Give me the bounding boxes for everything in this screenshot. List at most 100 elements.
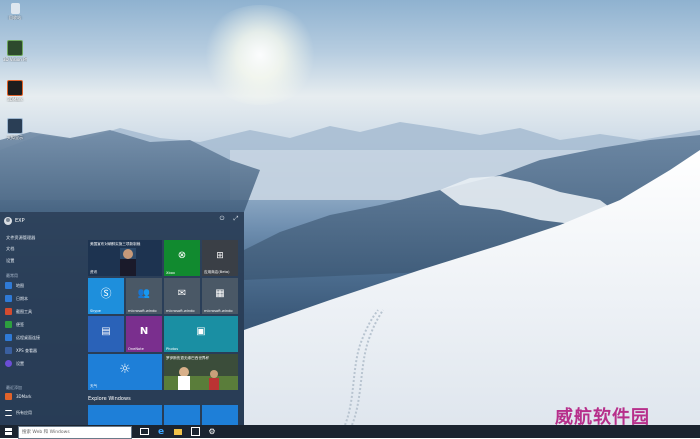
desktop-icon-label: 天拟显示 — [7, 135, 23, 140]
list-icon — [5, 409, 12, 416]
watermark: 威航软件园 — [555, 407, 650, 428]
explore-windows-header: Explore Windows — [88, 396, 131, 402]
tile-label: Photos — [166, 347, 179, 351]
app-label: XPS 查看器 — [16, 347, 37, 353]
desktop-icon-3d-vision[interactable]: 3D Vision Photo V... — [3, 40, 27, 62]
desktop-icon-label: 3D Vision Photo V... — [3, 57, 27, 62]
3d-vision-icon — [7, 40, 23, 56]
sports-headline: 罗伊斯伤退无缘巴西世界杯 — [166, 356, 210, 360]
skype-icon: Ⓢ — [100, 287, 112, 301]
tile-label: microsoft.windo — [128, 309, 157, 313]
task-view-button[interactable] — [138, 426, 150, 437]
tile-label: microsoft.windo — [166, 309, 195, 313]
app-maps[interactable]: 地图 — [5, 281, 24, 290]
link-file-explorer[interactable]: 文件资源管理器 — [6, 235, 35, 241]
user-account[interactable]: EXP — [4, 216, 25, 226]
xbox-icon: ⊗ — [177, 250, 187, 262]
tile-label: 资讯 — [90, 270, 98, 274]
gear-icon: ⚙ — [208, 427, 216, 436]
tile-weather[interactable]: ☼ 天气 — [88, 354, 162, 390]
gear-icon — [5, 360, 12, 367]
app-calendar[interactable]: 日期本 — [5, 294, 28, 303]
tile-label: 应用商店(Beta) — [204, 270, 230, 274]
store-icon: ⊞ — [216, 251, 224, 262]
file-explorer-button[interactable] — [172, 426, 184, 437]
store-button[interactable] — [189, 426, 201, 437]
user-name: EXP — [15, 218, 25, 224]
windows-logo-icon — [4, 428, 12, 435]
tile-photos[interactable]: ▣ Photos — [164, 316, 238, 352]
link-settings[interactable]: 设置 — [6, 258, 14, 264]
app-label: 设置 — [16, 360, 24, 366]
search-box[interactable] — [18, 426, 132, 439]
tile-news[interactable]: 美国宣布对朝鲜实施三项新制裁 资讯 — [88, 240, 162, 276]
app-label: 便签 — [16, 321, 24, 327]
desktop-icon-3dmark[interactable]: 3DMark — [3, 80, 27, 102]
most-used-header: 最常用 — [6, 273, 18, 278]
start-menu-left-column: EXP 文件资源管理器 文档 设置 最常用 地图 日期本 截图工具 便签 远程桌… — [0, 212, 84, 425]
calendar-icon: ▦ — [215, 288, 225, 300]
xps-viewer-icon — [5, 347, 12, 354]
tile-label: OneNote — [128, 347, 144, 351]
user-avatar-icon — [4, 217, 12, 225]
browser-e-icon: e — [157, 426, 165, 437]
folder-icon — [174, 428, 182, 435]
app-remote-desktop[interactable]: 远程桌面连接 — [5, 333, 40, 342]
app-label: 3DMark — [16, 394, 32, 399]
tile-label: Skype — [90, 309, 101, 313]
people-icon: 👥 — [137, 288, 151, 300]
news-headline: 美国宣布对朝鲜实施三项新制裁 — [90, 242, 141, 246]
app-settings[interactable]: 设置 — [5, 359, 24, 368]
tile-calendar[interactable]: ▦ microsoft.windo — [202, 278, 238, 314]
search-input[interactable] — [19, 427, 131, 438]
tile-xbox[interactable]: ⊗ Xbox — [164, 240, 200, 276]
settings-button[interactable]: ⚙ — [206, 426, 218, 437]
browser-button[interactable]: e — [155, 426, 167, 437]
3dmark-icon — [7, 80, 23, 96]
link-documents[interactable]: 文档 — [6, 246, 14, 252]
calendar-icon — [5, 295, 12, 302]
maps-icon — [5, 282, 12, 289]
recycle-bin-icon — [10, 3, 20, 14]
expand-icon[interactable]: ⤢ — [232, 215, 240, 223]
tile-explore-3[interactable] — [202, 405, 238, 425]
onenote-icon: N — [139, 326, 149, 338]
desktop-icon-display[interactable]: 天拟显示 — [3, 118, 27, 140]
app-xps-viewer[interactable]: XPS 查看器 — [5, 346, 37, 355]
tile-explore-1[interactable] — [88, 405, 162, 425]
app-sticky-notes[interactable]: 便签 — [5, 320, 24, 329]
tile-label: 天气 — [90, 384, 98, 388]
start-button[interactable] — [0, 425, 16, 438]
map-icon: ▤ — [101, 326, 111, 338]
recently-added-header: 最近添加 — [6, 385, 22, 390]
remote-desktop-icon — [5, 334, 12, 341]
app-snipping-tool[interactable]: 截图工具 — [5, 307, 32, 316]
tile-label: microsoft.windo — [204, 309, 233, 313]
all-apps-button[interactable]: 所有应用 — [5, 408, 32, 417]
app-label: 截图工具 — [16, 308, 32, 314]
tile-label: Xbox — [166, 271, 175, 275]
desktop-icon-recycle-bin[interactable]: 回收站 — [3, 3, 27, 20]
tile-explore-2[interactable] — [164, 405, 200, 425]
display-icon — [7, 118, 23, 134]
tile-store[interactable]: ⊞ 应用商店(Beta) — [202, 240, 238, 276]
app-label: 日期本 — [16, 295, 28, 301]
tile-onenote[interactable]: N OneNote — [126, 316, 162, 352]
desktop-icon-label: 回收站 — [9, 15, 21, 20]
desktop-icon-label: 3DMark — [7, 97, 23, 102]
app-label: 远程桌面连接 — [16, 334, 40, 340]
tile-mail[interactable]: ✉ microsoft.windo — [164, 278, 200, 314]
store-bag-icon — [190, 427, 200, 436]
3dmark-icon — [5, 393, 12, 400]
tile-maps[interactable]: ▤ — [88, 316, 124, 352]
sticky-note-icon — [5, 321, 12, 328]
power-icon[interactable]: ⏻ — [218, 215, 226, 223]
tile-skype[interactable]: Ⓢ Skype — [88, 278, 124, 314]
tile-people[interactable]: 👥 microsoft.windo — [126, 278, 162, 314]
photos-icon: ▣ — [196, 326, 206, 338]
task-view-icon — [139, 428, 149, 435]
scissors-icon — [5, 308, 12, 315]
tile-sports[interactable]: 罗伊斯伤退无缘巴西世界杯 — [164, 354, 238, 390]
start-menu: EXP 文件资源管理器 文档 设置 最常用 地图 日期本 截图工具 便签 远程桌… — [0, 212, 244, 425]
app-3dmark[interactable]: 3DMark — [5, 392, 32, 401]
